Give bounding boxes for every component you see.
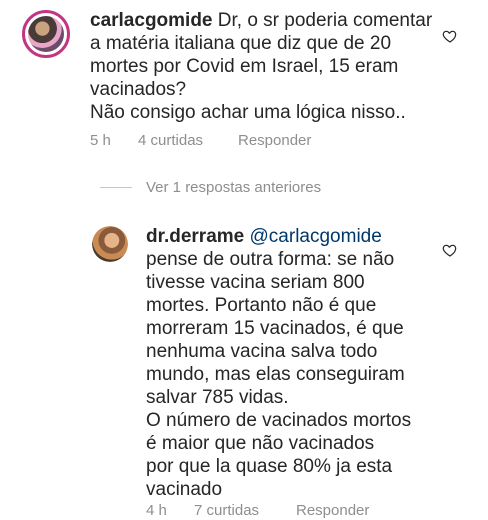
reply-button[interactable]: Responder bbox=[296, 502, 369, 519]
reply-line: salvar 785 vidas. bbox=[146, 387, 289, 408]
reply-button[interactable]: Responder bbox=[238, 132, 311, 149]
reply-meta: 4 h 7 curtidas Responder bbox=[146, 502, 369, 519]
comment-line: a matéria italiana que diz que de 20 bbox=[90, 33, 392, 54]
reply-line: mundo, mas elas conseguiram bbox=[146, 364, 405, 385]
comment-line: Não consigo achar uma lógica nisso.. bbox=[90, 102, 406, 123]
comment-time: 5 h bbox=[90, 132, 111, 149]
reply-line: O número de vacinados mortos bbox=[146, 410, 412, 431]
view-replies-label[interactable]: Ver 1 respostas anteriores bbox=[146, 179, 321, 196]
avatar[interactable] bbox=[92, 226, 128, 262]
comment-meta: 5 h 4 curtidas Responder bbox=[90, 132, 311, 149]
comment-line: mortes por Covid em Israel, 15 eram bbox=[90, 56, 399, 77]
reply-likes[interactable]: 7 curtidas bbox=[194, 502, 296, 519]
mention-link[interactable]: @carlacgomide bbox=[250, 226, 382, 247]
reply-body: dr.derrame @carlacgomide pense de outra … bbox=[146, 225, 446, 501]
reply-dr-derrame: dr.derrame @carlacgomide pense de outra … bbox=[0, 215, 488, 520]
reply-username[interactable]: dr.derrame bbox=[146, 226, 244, 247]
heart-outline-icon[interactable] bbox=[442, 28, 458, 44]
comment-likes[interactable]: 4 curtidas bbox=[138, 132, 238, 149]
avatar[interactable] bbox=[22, 10, 70, 58]
reply-line: morreram 15 vacinados, é que bbox=[146, 318, 404, 339]
divider bbox=[100, 187, 132, 188]
reply-line: é maior que não vacinados bbox=[146, 433, 375, 454]
reply-line: por que la quase 80% ja esta bbox=[146, 456, 393, 477]
comment-body: carlacgomide Dr, o sr poderia comentar a… bbox=[90, 9, 450, 124]
view-previous-replies[interactable]: Ver 1 respostas anteriores bbox=[100, 179, 321, 196]
comment-carlacgomide: carlacgomide Dr, o sr poderia comentar a… bbox=[0, 0, 488, 160]
reply-time: 4 h bbox=[146, 502, 167, 519]
comment-line: Dr, o sr poderia comentar bbox=[217, 10, 433, 31]
avatar-image bbox=[28, 16, 64, 52]
reply-line: nenhuma vacina salva todo bbox=[146, 341, 378, 362]
comment-line: vacinados? bbox=[90, 79, 187, 100]
reply-line: vacinado bbox=[146, 479, 223, 500]
reply-line: tivesse vacina seriam 800 bbox=[146, 272, 365, 293]
reply-line: mortes. Portanto não é que bbox=[146, 295, 377, 316]
reply-line: pense de outra forma: se não bbox=[146, 249, 395, 270]
avatar-image bbox=[92, 226, 128, 262]
heart-outline-icon[interactable] bbox=[442, 242, 458, 258]
comment-username[interactable]: carlacgomide bbox=[90, 10, 213, 31]
